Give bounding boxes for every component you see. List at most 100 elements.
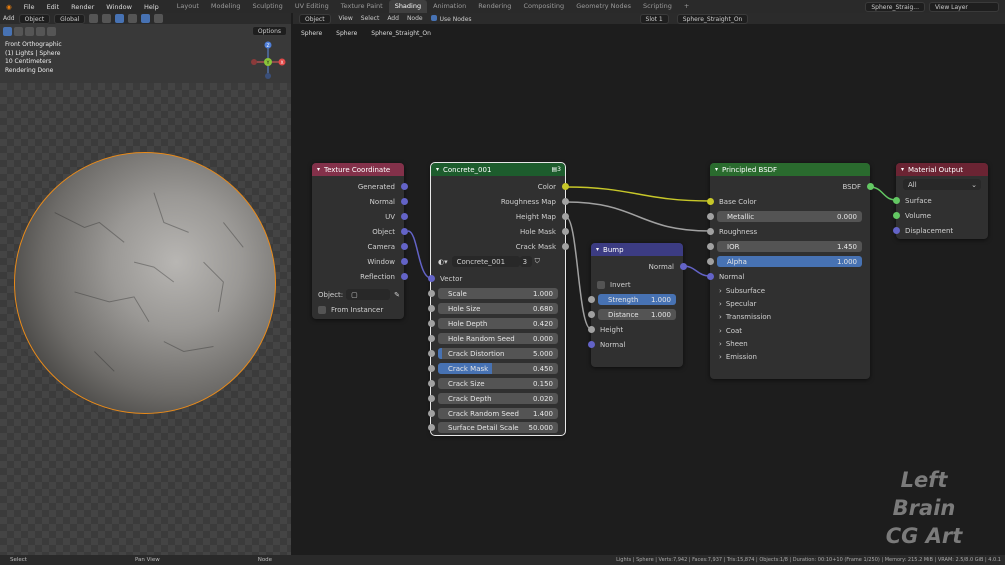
from-instancer-checkbox[interactable]: From Instancer <box>312 302 404 317</box>
menu-file[interactable]: File <box>18 3 41 11</box>
metallic-field[interactable]: Metallic 0.000 <box>717 211 862 222</box>
socket[interactable] <box>427 275 435 282</box>
socket[interactable] <box>400 183 408 190</box>
crack-depth-field[interactable]: Crack Depth 0.020 <box>438 393 558 404</box>
tab-animation[interactable]: Animation <box>427 0 472 13</box>
select-subtract-icon[interactable] <box>36 26 45 36</box>
tab-geometry-nodes[interactable]: Geometry Nodes <box>570 0 637 13</box>
select-invert-icon[interactable] <box>47 26 56 36</box>
hole-depth-field[interactable]: Hole Depth 0.420 <box>438 318 558 329</box>
socket[interactable] <box>561 243 569 250</box>
socket[interactable] <box>400 213 408 220</box>
socket[interactable] <box>427 320 435 327</box>
datablock-users[interactable]: 3 <box>519 256 532 267</box>
breadcrumb-material[interactable]: Sphere_Straight_On <box>371 30 431 37</box>
navigation-gizmo[interactable]: Z X Y <box>248 41 290 83</box>
chevron-down-icon[interactable]: ▾ <box>901 166 904 173</box>
crack-size-field[interactable]: Crack Size 0.150 <box>438 378 558 389</box>
socket[interactable] <box>561 228 569 235</box>
socket[interactable] <box>892 212 900 219</box>
use-nodes-checkbox[interactable]: Use Nodes <box>430 14 472 23</box>
socket[interactable] <box>587 296 595 303</box>
tab-compositing[interactable]: Compositing <box>517 0 570 13</box>
scale-field[interactable]: Scale 1.000 <box>438 288 558 299</box>
socket[interactable] <box>706 228 714 235</box>
socket[interactable] <box>706 273 714 280</box>
node-texture-coordinate[interactable]: ▾ Texture Coordinate Generated Normal UV … <box>312 163 408 319</box>
chevron-down-icon[interactable]: ▾ <box>715 166 718 173</box>
node-material-output[interactable]: ▾ Material Output All ⌄ Surface Volume Dis… <box>892 163 988 239</box>
select-box-icon[interactable] <box>3 26 12 36</box>
breadcrumb-object[interactable]: Sphere <box>301 30 322 37</box>
tab-rendering[interactable]: Rendering <box>472 0 517 13</box>
options-dropdown[interactable]: Options <box>251 26 287 36</box>
menu-add[interactable]: Add <box>387 15 399 22</box>
menu-help[interactable]: Help <box>138 3 165 11</box>
panel-transmission[interactable]: › Transmission <box>710 309 870 324</box>
menu-window[interactable]: Window <box>100 3 138 11</box>
hole-random-seed-field[interactable]: Hole Random Seed 0.000 <box>438 333 558 344</box>
crack-distortion-field[interactable]: Crack Distortion 5.000 <box>438 348 558 359</box>
overlay-icon[interactable] <box>115 14 125 23</box>
chevron-down-icon[interactable]: ▾ <box>596 246 599 253</box>
menu-edit[interactable]: Edit <box>41 3 66 11</box>
socket[interactable] <box>561 213 569 220</box>
socket[interactable] <box>400 243 408 250</box>
alpha-field[interactable]: Alpha 1.000 <box>717 256 862 267</box>
panel-emission[interactable]: › Emission <box>710 349 870 364</box>
object-picker[interactable]: ▢ <box>346 289 391 300</box>
3d-viewport[interactable]: Add Object Global Options Front Orthogra… <box>0 13 291 555</box>
chevron-down-icon[interactable]: ▾ <box>436 166 439 173</box>
view-layer-selector[interactable]: View Layer <box>929 1 999 12</box>
surface-detail-scale-field[interactable]: Surface Detail Scale 50.000 <box>438 422 558 433</box>
checkbox-icon[interactable] <box>318 305 326 314</box>
socket[interactable] <box>400 273 408 280</box>
strength-field[interactable]: Strength 1.000 <box>598 294 676 305</box>
fake-user-shield-icon[interactable]: ⛉ <box>535 257 540 266</box>
socket[interactable] <box>427 365 435 372</box>
tab-uv-editing[interactable]: UV Editing <box>289 0 335 13</box>
socket[interactable] <box>427 395 435 402</box>
mode-selector[interactable]: Object <box>18 13 51 24</box>
material-slot-selector[interactable]: Slot 1 <box>639 13 669 24</box>
scene-selector[interactable]: Sphere_Straig... <box>865 1 925 12</box>
socket[interactable] <box>427 335 435 342</box>
menu-view[interactable]: View <box>339 15 353 22</box>
distance-field[interactable]: Distance 1.000 <box>598 309 676 320</box>
orientation-selector[interactable]: Global <box>54 13 86 24</box>
socket[interactable] <box>706 258 714 265</box>
socket[interactable] <box>706 213 714 220</box>
menu-select[interactable]: Select <box>361 15 380 22</box>
add-workspace-button[interactable]: + <box>678 0 695 13</box>
node-tree-icon[interactable]: ◐▾ <box>438 258 448 266</box>
eyedropper-icon[interactable]: ✎ <box>394 291 400 299</box>
add-menu[interactable]: Add <box>3 15 15 22</box>
shading-solid-icon[interactable] <box>141 14 151 23</box>
socket[interactable] <box>427 350 435 357</box>
socket[interactable] <box>561 198 569 205</box>
concrete-sphere-object[interactable] <box>14 152 276 414</box>
tab-modeling[interactable]: Modeling <box>205 0 247 13</box>
crack-random-seed-field[interactable]: Crack Random Seed 1.400 <box>438 408 558 419</box>
socket[interactable] <box>427 380 435 387</box>
material-selector[interactable]: Sphere_Straight_On <box>676 13 749 24</box>
checkbox-icon[interactable] <box>597 280 605 289</box>
socket[interactable] <box>400 258 408 265</box>
socket[interactable] <box>400 228 408 235</box>
node-principled-bsdf[interactable]: ▾ Principled BSDF BSDF Base Color Metalli… <box>706 163 874 379</box>
socket[interactable] <box>427 424 435 431</box>
tab-shading[interactable]: Shading <box>388 0 428 13</box>
socket[interactable] <box>679 263 687 270</box>
tab-scripting[interactable]: Scripting <box>637 0 678 13</box>
tab-sculpting[interactable]: Sculpting <box>246 0 288 13</box>
socket[interactable] <box>706 243 714 250</box>
tab-layout[interactable]: Layout <box>171 0 205 13</box>
chevron-down-icon[interactable]: ▾ <box>317 166 320 173</box>
xray-icon[interactable] <box>128 14 138 23</box>
shader-editor[interactable]: Object View Select Add Node Use Nodes Sl… <box>293 13 1005 555</box>
menu-render[interactable]: Render <box>65 3 100 11</box>
proportional-edit-icon[interactable] <box>102 14 112 23</box>
socket[interactable] <box>427 410 435 417</box>
socket[interactable] <box>427 290 435 297</box>
socket[interactable] <box>400 198 408 205</box>
